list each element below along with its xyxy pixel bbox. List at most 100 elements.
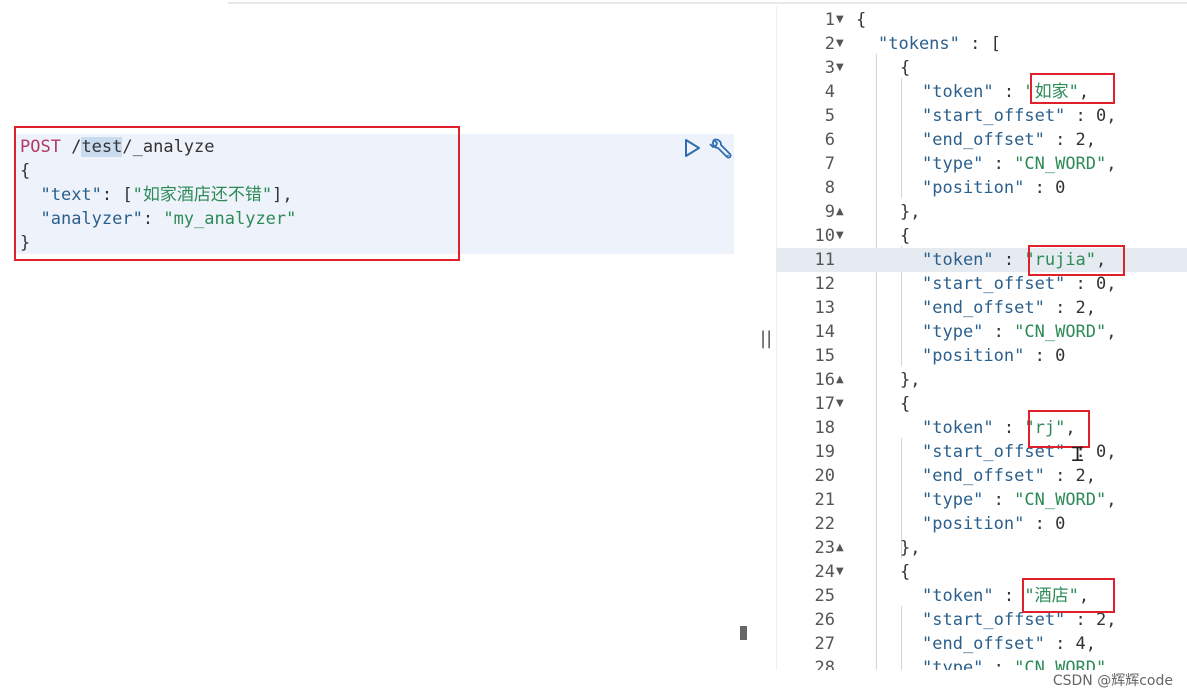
json-punct: : 2,: [1065, 610, 1117, 630]
line-code: },: [900, 368, 920, 392]
fold-collapse-icon[interactable]: ▼: [836, 560, 844, 584]
response-line[interactable]: 13 "end_offset" : 2,: [776, 296, 1187, 320]
token-highlight-box: [1030, 73, 1115, 104]
token-highlight-box: [1022, 578, 1115, 613]
response-line[interactable]: 12 "start_offset" : 0,: [776, 272, 1187, 296]
wrench-icon[interactable]: [708, 136, 734, 162]
fold-collapse-icon[interactable]: ▼: [836, 56, 844, 80]
response-line[interactable]: 23 ▲},: [776, 536, 1187, 560]
panel-splitter[interactable]: ||: [760, 328, 772, 349]
play-icon[interactable]: [682, 138, 702, 158]
line-number: 5: [824, 106, 835, 126]
fold-expand-icon[interactable]: ▲: [836, 200, 844, 224]
line-number: 7: [824, 154, 835, 174]
json-key: "position": [922, 514, 1025, 534]
response-line[interactable]: 3 ▼ {: [776, 56, 1187, 80]
response-line[interactable]: 2 ▼ "tokens" : [: [776, 32, 1187, 56]
fold-collapse-icon[interactable]: ▼: [836, 32, 844, 56]
line-code: {: [900, 560, 910, 584]
token-highlight-box: [1028, 245, 1125, 276]
response-line[interactable]: 27 "end_offset" : 4,: [776, 632, 1187, 656]
scrollbar-thumb[interactable]: [740, 626, 747, 640]
response-line[interactable]: 14 "type" : "CN_WORD",: [776, 320, 1187, 344]
response-line[interactable]: 9 ▲},: [776, 200, 1187, 224]
line-number: 10: [814, 226, 835, 246]
response-line[interactable]: 26 "start_offset" : 2,: [776, 608, 1187, 632]
response-line[interactable]: 11 "token" : "rujia",: [776, 248, 1187, 272]
response-line[interactable]: 1 ▼ {: [776, 8, 1187, 32]
json-punct: : 0: [1024, 346, 1066, 366]
json-punct: :: [983, 154, 1015, 174]
json-key: "type": [922, 154, 984, 174]
line-number: 4: [824, 82, 835, 102]
json-punct: ,: [1106, 490, 1117, 510]
line-number: 27: [814, 634, 835, 654]
json-key: "end_offset": [922, 130, 1045, 150]
fold-collapse-icon[interactable]: ▼: [836, 392, 844, 416]
response-line[interactable]: 20 "end_offset" : 2,: [776, 464, 1187, 488]
json-punct: },: [900, 370, 921, 390]
line-code: },: [900, 200, 920, 224]
line-number: 26: [814, 610, 835, 630]
json-string: "CN_WORD": [1014, 490, 1107, 510]
line-number: 24: [814, 562, 835, 582]
line-number: 1: [824, 10, 835, 30]
json-key: "end_offset": [922, 298, 1045, 318]
line-code: {: [900, 392, 910, 416]
fold-expand-icon[interactable]: ▲: [836, 536, 844, 560]
fold-collapse-icon[interactable]: ▼: [836, 224, 844, 248]
line-code: "type" : "CN_WORD",: [922, 320, 1117, 344]
json-punct: :: [993, 418, 1025, 438]
json-punct: {: [900, 58, 911, 78]
line-code: {: [856, 8, 866, 32]
text-cursor-icon: Ɪ: [1072, 442, 1084, 466]
response-line[interactable]: 15 "position" : 0: [776, 344, 1187, 368]
json-key: "type": [922, 490, 984, 510]
response-line[interactable]: 4 "token" : "如家",: [776, 80, 1187, 104]
response-line[interactable]: 24 ▼ {: [776, 560, 1187, 584]
json-string: "CN_WORD": [1014, 322, 1107, 342]
response-line[interactable]: 19 "start_offset" : 0,: [776, 440, 1187, 464]
response-line[interactable]: 18 "token" : "rj",: [776, 416, 1187, 440]
json-key: "start_offset": [922, 274, 1066, 294]
line-number: 13: [814, 298, 835, 318]
line-code: },: [900, 536, 920, 560]
line-number: 20: [814, 466, 835, 486]
response-line[interactable]: 5 "start_offset" : 0,: [776, 104, 1187, 128]
response-line[interactable]: 28 "type" : "CN_WORD",: [776, 656, 1187, 670]
json-punct: ,: [1106, 154, 1117, 174]
response-line[interactable]: 22 "position" : 0: [776, 512, 1187, 536]
line-number: 16: [814, 370, 835, 390]
response-line[interactable]: 21 "type" : "CN_WORD",: [776, 488, 1187, 512]
line-code: "type" : "CN_WORD",: [922, 656, 1117, 670]
json-key: "start_offset": [922, 106, 1066, 126]
json-string: "CN_WORD": [1014, 154, 1107, 174]
response-line[interactable]: 6 "end_offset" : 2,: [776, 128, 1187, 152]
fold-expand-icon[interactable]: ▲: [836, 368, 844, 392]
line-number: 9: [824, 202, 835, 222]
json-key: "start_offset": [922, 610, 1066, 630]
line-number: 11: [814, 250, 835, 270]
json-punct: :: [993, 82, 1025, 102]
json-punct: : 0: [1024, 178, 1066, 198]
fold-collapse-icon[interactable]: ▼: [836, 8, 844, 32]
response-line[interactable]: 17 ▼ {: [776, 392, 1187, 416]
response-line[interactable]: 7 "type" : "CN_WORD",: [776, 152, 1187, 176]
json-key: "token": [922, 586, 994, 606]
line-code: "end_offset" : 2,: [922, 296, 1096, 320]
json-punct: : 0,: [1065, 106, 1117, 126]
request-editor[interactable]: POST /test/_analyze { "text": ["如家酒店还不错"…: [0, 0, 760, 698]
request-highlight-box: [14, 126, 460, 261]
line-code: "end_offset" : 2,: [922, 464, 1096, 488]
response-line[interactable]: 10 ▼ {: [776, 224, 1187, 248]
line-number: 22: [814, 514, 835, 534]
response-line[interactable]: 25 "token" : "酒店",: [776, 584, 1187, 608]
response-viewer[interactable]: 1 ▼{2 ▼ "tokens" : [3 ▼{4 "token" : "如家", 5 "st…: [776, 6, 1187, 670]
line-number: 2: [824, 34, 835, 54]
json-key: "tokens": [878, 34, 960, 54]
line-code: "start_offset" : 0,: [922, 104, 1116, 128]
json-punct: : 2,: [1044, 130, 1097, 150]
line-number: 12: [814, 274, 835, 294]
response-line[interactable]: 16 ▲},: [776, 368, 1187, 392]
response-line[interactable]: 8 "position" : 0: [776, 176, 1187, 200]
